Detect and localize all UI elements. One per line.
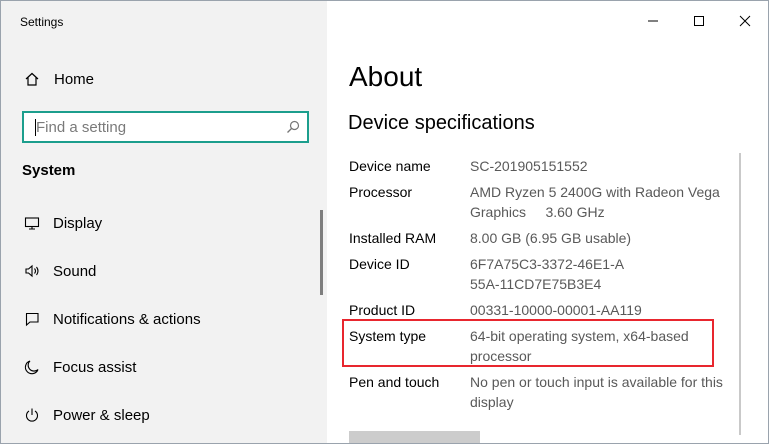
speaker-icon bbox=[23, 262, 41, 280]
main-content: About Device specifications Device name … bbox=[327, 1, 768, 443]
home-icon bbox=[23, 70, 41, 88]
sidebar-item-notifications[interactable]: Notifications & actions bbox=[1, 295, 321, 343]
search-input[interactable] bbox=[34, 113, 281, 141]
nav-list: Display Sound Notifications & actions Fo… bbox=[1, 199, 321, 439]
close-icon bbox=[739, 15, 751, 27]
maximize-button[interactable] bbox=[676, 1, 722, 41]
minimize-button[interactable] bbox=[630, 1, 676, 41]
sidebar-item-label: Focus assist bbox=[53, 358, 137, 376]
minimize-icon bbox=[648, 20, 658, 22]
spec-key: Device name bbox=[349, 158, 431, 174]
spec-value: AMD Ryzen 5 2400G with Radeon Vega Graph… bbox=[470, 184, 724, 220]
spec-value: SC-201905151552 bbox=[470, 158, 588, 174]
highlight-box bbox=[342, 319, 714, 367]
settings-window: Settings Home System Display bbox=[0, 0, 769, 444]
section-title-system: System bbox=[22, 162, 76, 179]
sidebar-item-label: Notifications & actions bbox=[53, 310, 201, 328]
maximize-icon bbox=[694, 16, 704, 26]
sidebar-item-label: Sound bbox=[53, 262, 97, 280]
spec-value: 00331-10000-00001-AA119 bbox=[470, 302, 642, 318]
sidebar-item-power-sleep[interactable]: Power & sleep bbox=[1, 391, 321, 439]
app-title: Settings bbox=[20, 15, 64, 29]
sidebar-item-label: Display bbox=[53, 214, 103, 232]
spec-value: 8.00 GB (6.95 GB usable) bbox=[470, 230, 632, 246]
window-controls bbox=[630, 1, 768, 41]
spec-key: Product ID bbox=[349, 302, 416, 318]
page-title: About bbox=[349, 61, 423, 92]
close-button[interactable] bbox=[722, 1, 768, 41]
nav-home[interactable]: Home bbox=[23, 67, 94, 91]
search-box[interactable] bbox=[22, 111, 309, 143]
spec-value: 6F7A75C3-3372-46E1-A55A-11CD7E75B3E4 bbox=[470, 256, 625, 292]
sidebar-scrollbar[interactable] bbox=[320, 210, 323, 295]
sidebar-item-label: Power & sleep bbox=[53, 406, 150, 424]
sidebar-item-focus-assist[interactable]: Focus assist bbox=[1, 343, 321, 391]
notifications-icon bbox=[23, 310, 41, 328]
spec-key: Installed RAM bbox=[349, 230, 437, 246]
content-scrollbar[interactable] bbox=[739, 153, 741, 435]
search-icon[interactable] bbox=[285, 119, 301, 135]
spec-key: Device ID bbox=[349, 256, 410, 272]
display-icon bbox=[23, 214, 41, 232]
copy-button-partial[interactable] bbox=[349, 431, 480, 443]
power-icon bbox=[23, 406, 41, 424]
spec-value: No pen or touch input is available for t… bbox=[470, 374, 723, 410]
sidebar-item-display[interactable]: Display bbox=[1, 199, 321, 247]
nav-home-label: Home bbox=[54, 70, 95, 88]
section-subtitle: Device specifications bbox=[348, 112, 535, 134]
spec-key: Processor bbox=[349, 184, 413, 200]
sidebar-item-sound[interactable]: Sound bbox=[1, 247, 321, 295]
sidebar: Settings Home System Display bbox=[1, 1, 327, 443]
moon-icon bbox=[23, 358, 41, 376]
spec-key: Pen and touch bbox=[349, 374, 440, 390]
